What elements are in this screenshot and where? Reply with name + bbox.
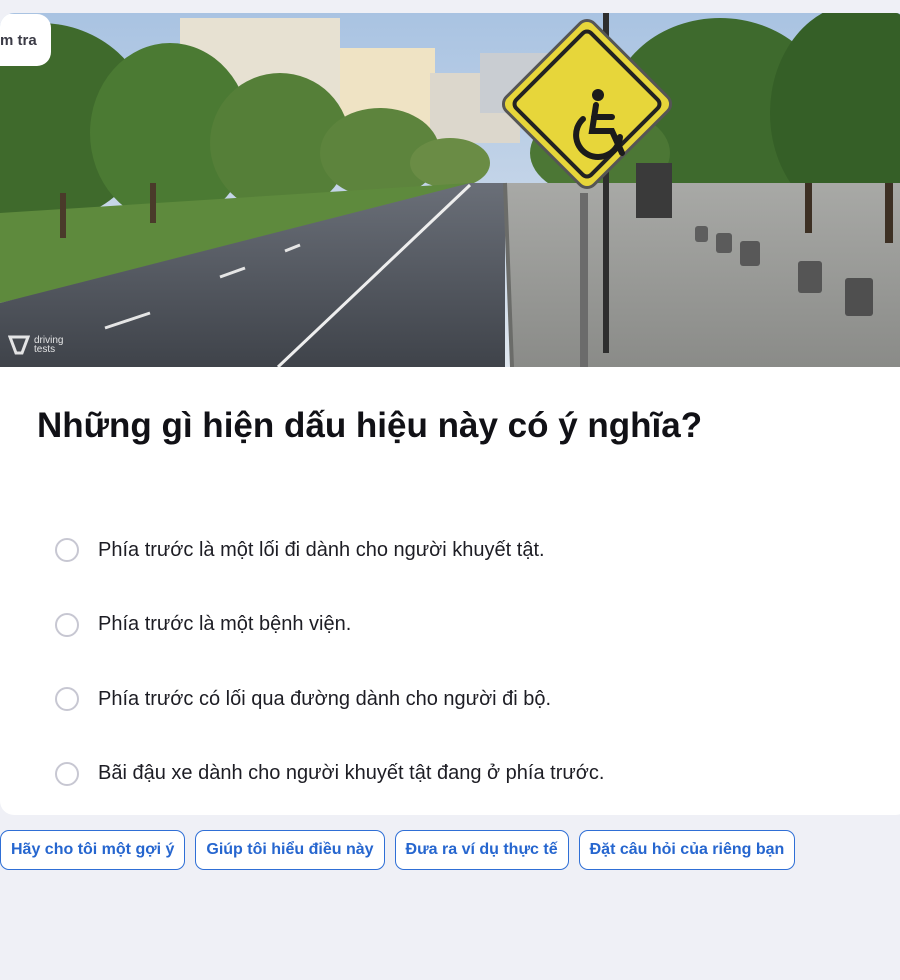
check-badge: m tra bbox=[0, 14, 51, 66]
logo-text: driving tests bbox=[34, 336, 63, 355]
question-image: m tra driving tests bbox=[0, 13, 900, 367]
question-card: m tra driving tests Những gì hiện dấu hi… bbox=[0, 13, 900, 815]
ai-help-actions: Hãy cho tôi một gợi ý Giúp tôi hiểu điều… bbox=[0, 830, 796, 870]
answer-option-2[interactable]: Phía trước là một bệnh viện. bbox=[55, 588, 604, 663]
logo-mark-icon bbox=[8, 335, 30, 355]
example-button[interactable]: Đưa ra ví dụ thực tế bbox=[394, 830, 569, 870]
answer-option-3[interactable]: Phía trước có lối qua đường dành cho ngư… bbox=[55, 662, 604, 737]
answer-label: Phía trước là một lối đi dành cho người … bbox=[98, 538, 545, 561]
answer-option-4[interactable]: Bãi đậu xe dành cho người khuyết tật đan… bbox=[55, 737, 604, 812]
question-text: Những gì hiện dấu hiệu này có ý nghĩa? bbox=[37, 406, 703, 445]
radio-button[interactable] bbox=[55, 538, 79, 563]
radio-button[interactable] bbox=[55, 761, 79, 786]
logo-line-2: tests bbox=[34, 344, 56, 355]
answer-options: Phía trước là một lối đi dành cho người … bbox=[55, 513, 604, 811]
answer-option-1[interactable]: Phía trước là một lối đi dành cho người … bbox=[55, 513, 604, 588]
ask-question-button[interactable]: Đặt câu hỏi của riêng bạn bbox=[578, 830, 796, 870]
hint-button[interactable]: Hãy cho tôi một gợi ý bbox=[0, 830, 186, 870]
radio-button[interactable] bbox=[55, 687, 79, 712]
radio-button[interactable] bbox=[55, 612, 79, 637]
road-scene-image bbox=[0, 13, 900, 367]
answer-label: Bãi đậu xe dành cho người khuyết tật đan… bbox=[98, 762, 605, 785]
driving-tests-logo: driving tests bbox=[8, 335, 63, 355]
explain-button[interactable]: Giúp tôi hiểu điều này bbox=[195, 830, 385, 870]
answer-label: Phía trước có lối qua đường dành cho ngư… bbox=[98, 687, 552, 710]
answer-label: Phía trước là một bệnh viện. bbox=[98, 613, 352, 636]
